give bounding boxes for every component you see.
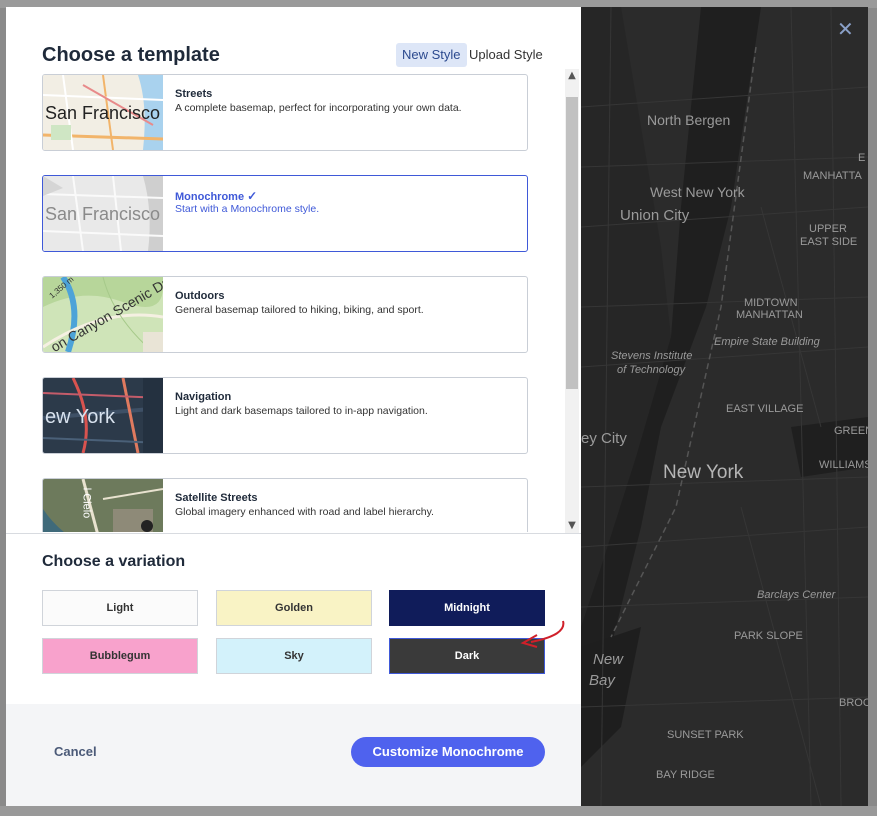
template-card-streets[interactable]: San Francisco Streets A complete basemap… — [42, 74, 528, 151]
variation-sky[interactable]: Sky — [216, 638, 372, 674]
template-title: Monochrome ✓ — [175, 189, 258, 203]
map-label: GREEN — [834, 425, 868, 437]
streets-thumb-label: San Francisco — [45, 103, 161, 123]
map-label: New York — [663, 462, 744, 483]
template-card-outdoors[interactable]: on Canyon Scenic Dr 1,350 m Outdoors Gen… — [42, 276, 528, 353]
map-label: UPPER — [809, 223, 847, 235]
template-title: Navigation — [175, 391, 232, 403]
modal-footer: Cancel Customize Monochrome — [6, 704, 581, 806]
navigation-thumb-label: ew York — [45, 406, 116, 428]
satellite-thumb-label: l Cielo — [80, 487, 93, 519]
template-panel: Choose a template New Style Upload Style — [6, 7, 581, 806]
variation-light[interactable]: Light — [42, 590, 198, 626]
map-label: North Bergen — [647, 112, 731, 128]
scroll-thumb[interactable] — [566, 97, 578, 389]
template-description: Light and dark basemaps tailored to in-a… — [175, 405, 428, 417]
scroll-up-icon[interactable]: ▲ — [565, 69, 579, 83]
template-title: Streets — [175, 88, 213, 100]
map-label: E — [858, 152, 866, 164]
map-label: BAY RIDGE — [656, 769, 715, 781]
map-label: Empire State Building — [714, 336, 820, 348]
template-card-navigation[interactable]: ew York Navigation Light and dark basema… — [42, 377, 528, 454]
map-label: MANHATTA — [803, 170, 862, 182]
map-label: of Technology — [617, 364, 686, 376]
map-label: BROO — [839, 697, 868, 709]
map-label: Union City — [620, 207, 690, 224]
template-description: Global imagery enhanced with road and la… — [175, 506, 434, 518]
template-list: San Francisco Streets A complete basemap… — [42, 74, 565, 532]
backdrop — [0, 806, 877, 816]
template-description: Start with a Monochrome style. — [175, 203, 320, 215]
tab-new-style[interactable]: New Style — [396, 43, 467, 67]
template-modal: Choose a template New Style Upload Style — [6, 7, 868, 806]
variation-bubblegum[interactable]: Bubblegum — [42, 638, 198, 674]
map-label: Stevens Institute — [611, 350, 693, 362]
map-preview: North Bergen West New York Union City St… — [581, 7, 868, 806]
variation-heading: Choose a variation — [42, 553, 186, 570]
map-label: EAST SIDE — [800, 236, 858, 248]
map-label: WILLIAMS — [819, 459, 868, 471]
map-label: Barclays Center — [757, 589, 836, 601]
annotation-arrow-icon — [520, 620, 565, 648]
checkmark-icon: ✓ — [247, 189, 258, 203]
map-label: ey City — [581, 430, 627, 447]
page-title: Choose a template — [42, 44, 220, 66]
divider — [6, 533, 581, 534]
outdoors-thumbnail: on Canyon Scenic Dr 1,350 m — [43, 277, 163, 352]
scroll-down-icon[interactable]: ▼ — [565, 519, 579, 533]
customize-button[interactable]: Customize Monochrome — [351, 737, 545, 767]
map-label: Bay — [589, 672, 615, 689]
satellite-thumbnail: l Cielo — [43, 479, 163, 532]
streets-thumbnail: San Francisco — [43, 75, 163, 150]
map-label: PARK SLOPE — [734, 630, 803, 642]
template-card-monochrome[interactable]: San Francisco Monochrome ✓ Start with a M… — [42, 175, 528, 252]
template-title: Outdoors — [175, 290, 225, 302]
tab-upload-style[interactable]: Upload Style — [463, 43, 549, 67]
template-card-satellite-streets[interactable]: l Cielo Satellite Streets Global imagery… — [42, 478, 528, 532]
template-description: General basemap tailored to hiking, biki… — [175, 304, 424, 316]
map-label: New — [593, 651, 624, 668]
template-list-scrollbar[interactable]: ▲ ▼ — [565, 69, 579, 533]
cancel-button[interactable]: Cancel — [54, 744, 97, 759]
monochrome-thumbnail: San Francisco — [43, 176, 163, 251]
map-label: SUNSET PARK — [667, 729, 744, 741]
map-label: EAST VILLAGE — [726, 403, 804, 415]
close-icon[interactable]: ✕ — [837, 17, 854, 41]
map-label: West New York — [650, 184, 745, 200]
template-description: A complete basemap, perfect for incorpor… — [175, 102, 462, 114]
map-label: MIDTOWN — [744, 297, 798, 309]
template-title: Satellite Streets — [175, 492, 258, 504]
variation-golden[interactable]: Golden — [216, 590, 372, 626]
map-label: MANHATTAN — [736, 309, 803, 321]
navigation-thumbnail: ew York — [43, 378, 163, 453]
monochrome-thumb-label: San Francisco — [45, 204, 161, 224]
